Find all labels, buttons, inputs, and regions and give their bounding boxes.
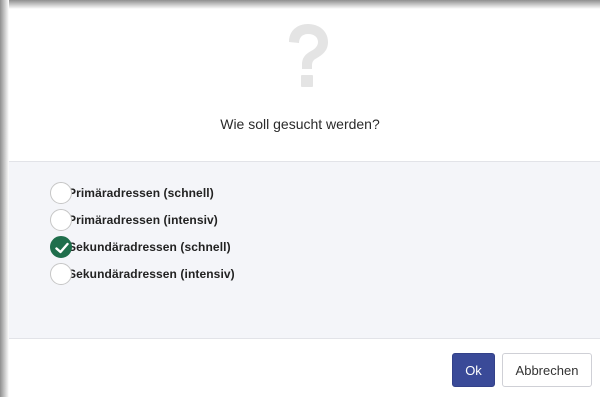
option-label: Primäradressen (intensiv)	[68, 213, 218, 227]
question-mark-icon	[289, 24, 328, 87]
radio-unchecked-icon[interactable]	[50, 182, 72, 204]
checkmark-icon	[55, 242, 69, 254]
option-secondary-intensive[interactable]: Sekundäradressen (intensiv)	[50, 262, 235, 286]
radio-unchecked-icon[interactable]	[50, 263, 72, 285]
option-label: Sekundäradressen (schnell)	[68, 240, 231, 254]
radio-checked-icon[interactable]	[50, 236, 72, 258]
search-mode-dialog: Wie soll gesucht werden? Primäradressen …	[0, 0, 600, 397]
option-primary-intensive[interactable]: Primäradressen (intensiv)	[50, 208, 218, 232]
dialog-shadow-left	[0, 0, 9, 397]
option-secondary-fast[interactable]: Sekundäradressen (schnell)	[50, 235, 231, 259]
radio-unchecked-icon[interactable]	[50, 209, 72, 231]
dialog-title: Wie soll gesucht werden?	[220, 116, 380, 132]
cancel-button[interactable]: Abbrechen	[502, 353, 592, 387]
ok-button[interactable]: Ok	[452, 353, 495, 387]
dialog-shadow-top	[0, 0, 600, 9]
option-primary-fast[interactable]: Primäradressen (schnell)	[50, 181, 214, 205]
option-label: Primäradressen (schnell)	[68, 186, 214, 200]
option-label: Sekundäradressen (intensiv)	[68, 267, 235, 281]
footer-divider	[9, 338, 600, 339]
